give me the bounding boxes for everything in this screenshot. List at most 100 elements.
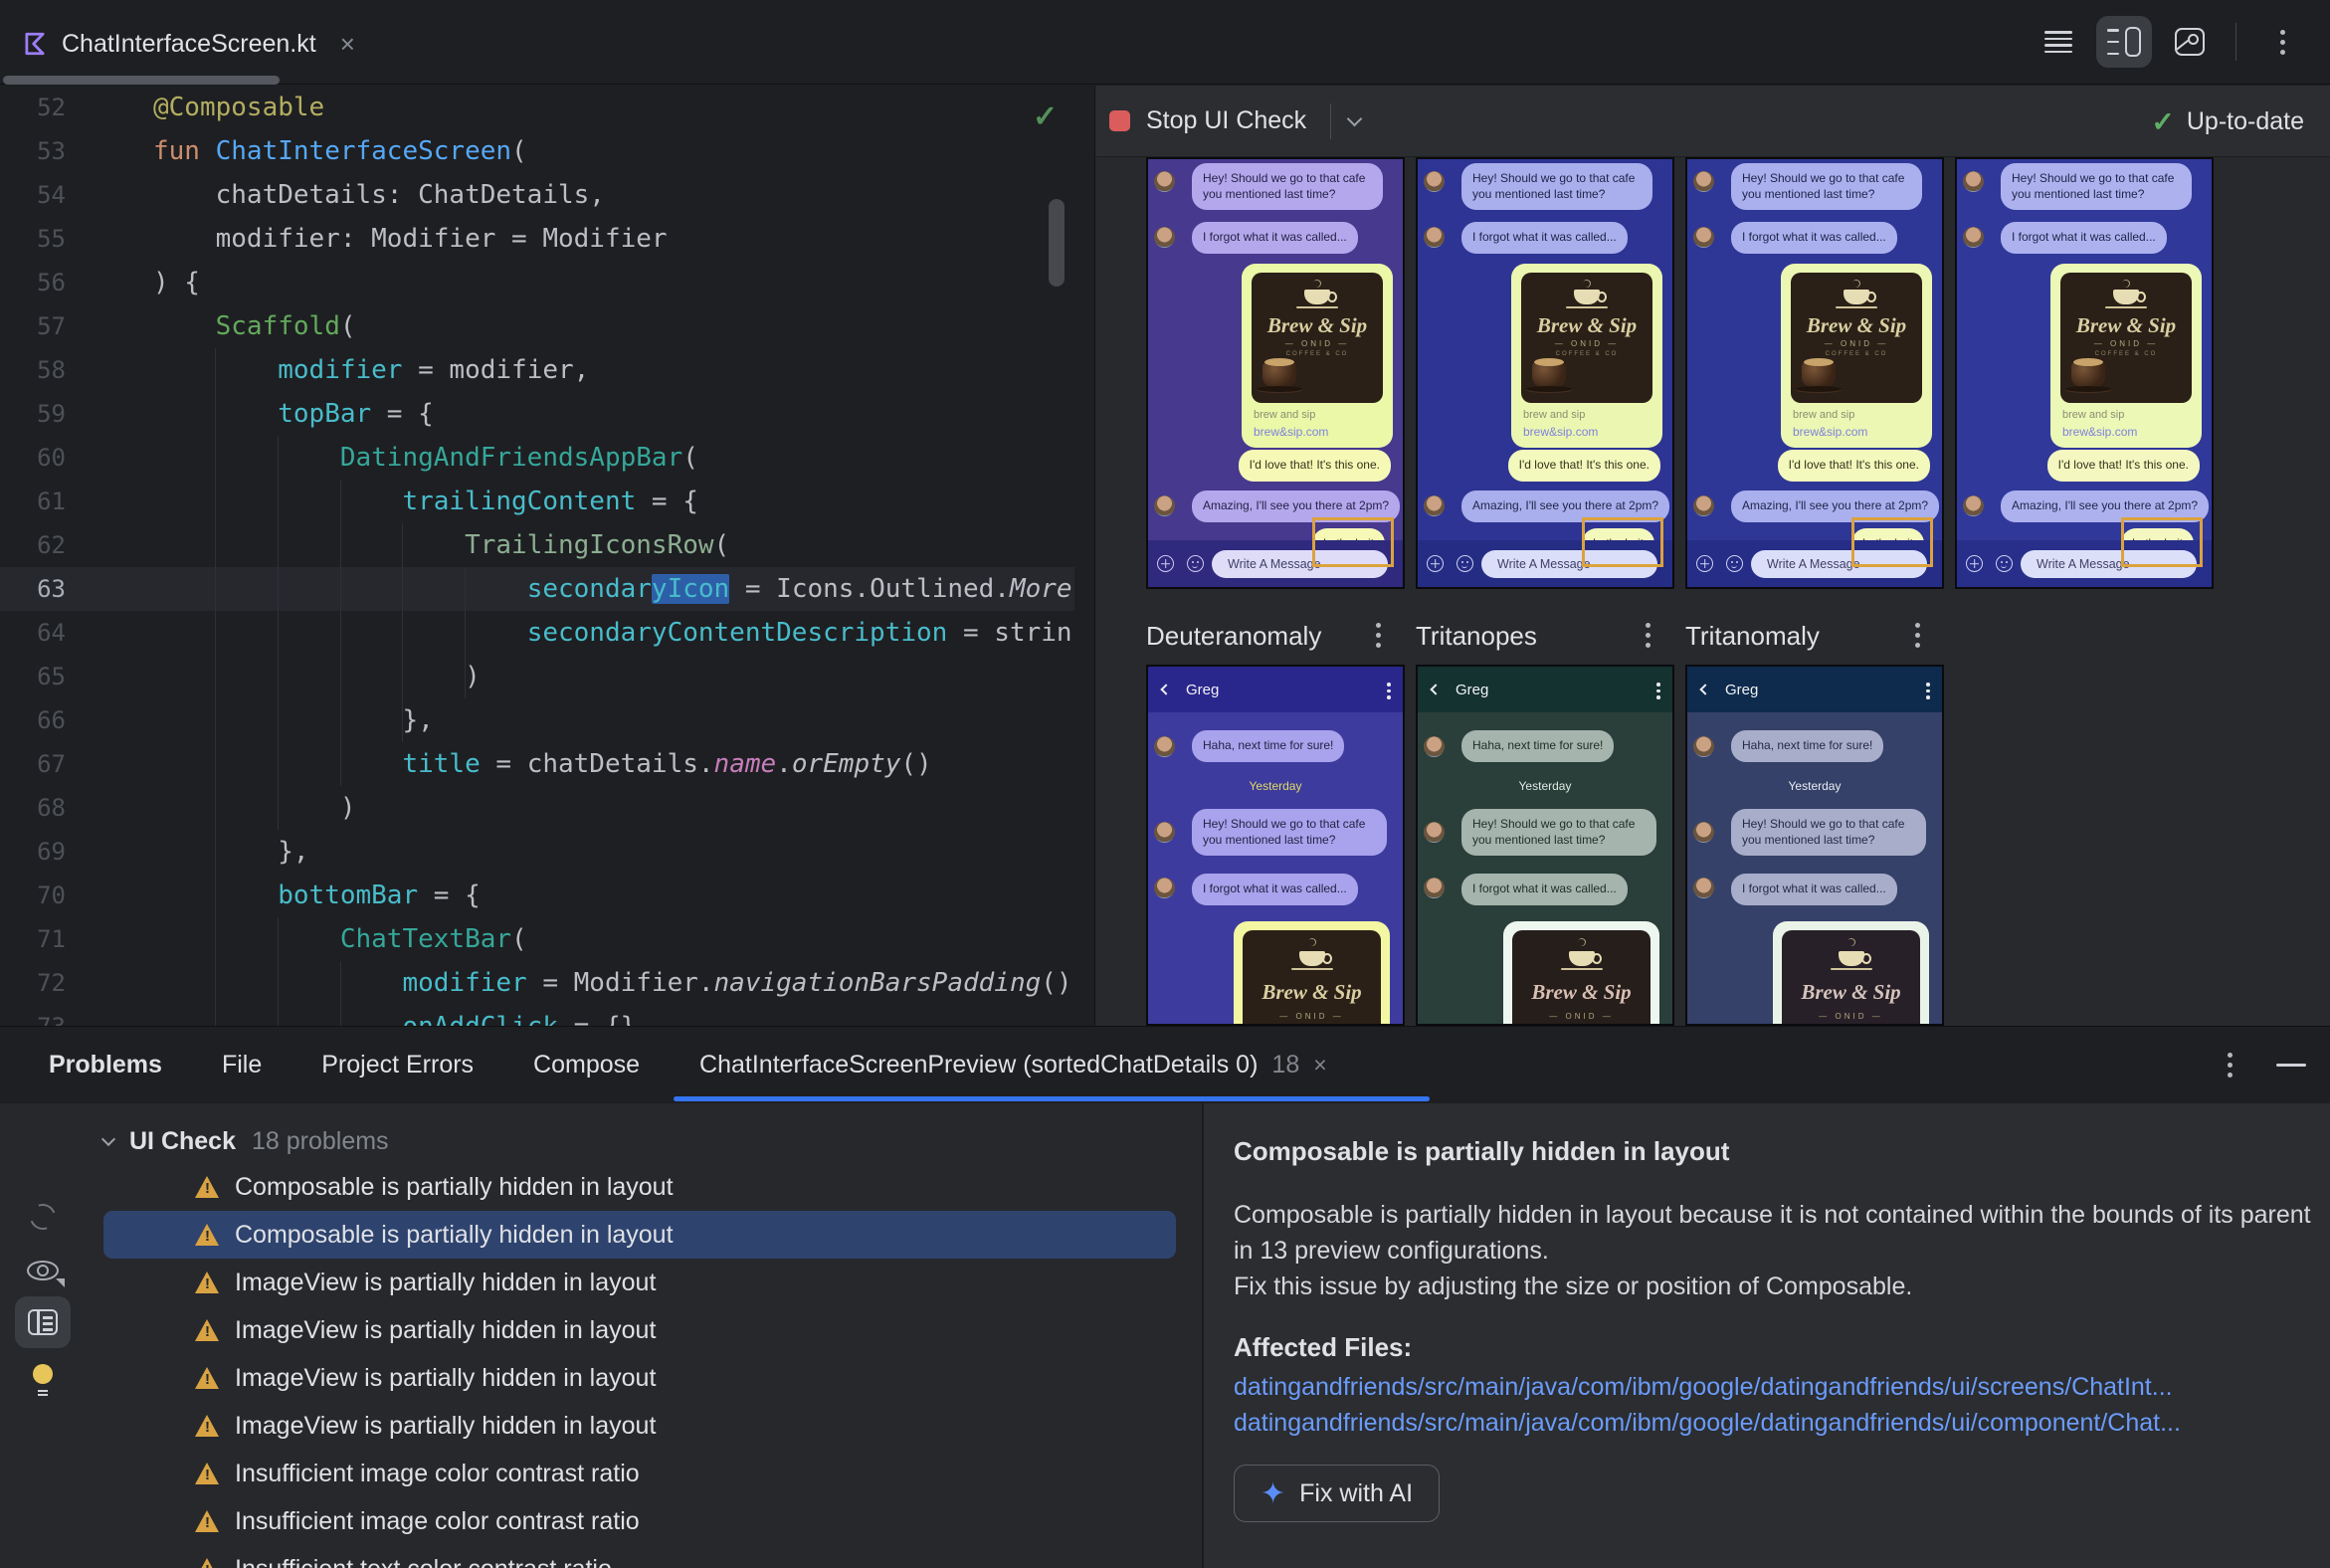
preview-variant-menu-icon[interactable]: [1646, 623, 1651, 648]
preview-phone-row1-2[interactable]: Hey! Should we go to that cafe you menti…: [1416, 157, 1674, 589]
contact-name: Greg: [1186, 681, 1220, 698]
problem-item[interactable]: Insufficient image color contrast ratio: [103, 1497, 1176, 1545]
link-preview-card: Brew & Sip — ONID — COFFEE & CO brew and…: [2050, 264, 2202, 448]
preview-variant-menu-icon[interactable]: [1376, 623, 1382, 648]
code-line-63: 63 secondaryIcon = Icons.Outlined.More: [0, 567, 1074, 611]
minimize-panel-icon[interactable]: [2276, 1064, 2306, 1067]
line-number[interactable]: 70: [0, 882, 66, 909]
problem-item[interactable]: Insufficient image color contrast ratio: [103, 1450, 1176, 1497]
panel-options-icon[interactable]: [2227, 1053, 2233, 1078]
warning-icon: [195, 1415, 220, 1437]
steam-icon: [1306, 936, 1317, 948]
editor-more-menu-button[interactable]: [2254, 16, 2310, 68]
code-view-button[interactable]: [2031, 16, 2086, 68]
preview-phone-row1-3[interactable]: Hey! Should we go to that cafe you menti…: [1685, 157, 1944, 589]
tab-file[interactable]: File: [222, 1051, 262, 1079]
affected-file-link[interactable]: datingandfriends/src/main/java/com/ibm/g…: [1234, 1375, 2313, 1400]
problem-item[interactable]: ImageView is partially hidden in layout: [103, 1306, 1176, 1354]
avatar: [1154, 878, 1175, 898]
problem-item[interactable]: Insufficient text color contrast ratio: [103, 1545, 1176, 1568]
fix-with-ai-button[interactable]: ✦ Fix with AI: [1234, 1465, 1441, 1522]
warning-icon: [195, 1367, 220, 1389]
tab-close-icon[interactable]: ×: [1313, 1052, 1326, 1078]
quick-fix-button[interactable]: [15, 1348, 71, 1400]
problem-item[interactable]: Composable is partially hidden in layout: [103, 1163, 1176, 1211]
editor-vertical-scrollbar[interactable]: [1049, 199, 1065, 287]
preview-phone-tritanomaly[interactable]: Greg Haha, next time for sure! Yesterday…: [1685, 665, 1944, 1026]
line-number[interactable]: 57: [0, 312, 66, 340]
line-number[interactable]: 60: [0, 444, 66, 472]
eye-icon: [27, 1261, 65, 1287]
problem-item[interactable]: ImageView is partially hidden in layout: [103, 1402, 1176, 1450]
card-caption: brew and sip: [1793, 409, 1855, 421]
ui-check-preview-panel: Stop UI Check ✓ Up-to-date Hey! Should w…: [1094, 86, 2330, 1026]
problem-text: Insufficient image color contrast ratio: [235, 1459, 640, 1487]
line-number[interactable]: 54: [0, 181, 66, 209]
editor-tab-chatinterfacescreen[interactable]: ChatInterfaceScreen.kt ×: [22, 20, 355, 68]
line-number[interactable]: 69: [0, 838, 66, 866]
tab-strip-scrollbar[interactable]: [3, 76, 280, 85]
line-number[interactable]: 73: [0, 1013, 66, 1026]
preview-phone-deuteranomaly[interactable]: Greg Haha, next time for sure! Yesterday…: [1146, 665, 1405, 1026]
line-number[interactable]: 66: [0, 706, 66, 734]
line-number[interactable]: 58: [0, 356, 66, 384]
problem-text: Composable is partially hidden in layout: [235, 1172, 674, 1201]
avatar: [1424, 878, 1445, 898]
tab-close-icon[interactable]: ×: [340, 29, 355, 60]
preview-variant-menu-icon[interactable]: [1915, 623, 1921, 648]
chevron-down-icon[interactable]: [1346, 110, 1363, 126]
chat-bubble-incoming: Hey! Should we go to that cafe you menti…: [2001, 163, 2192, 210]
preview-filter-button[interactable]: [15, 1245, 71, 1296]
preview-phone-tritanopes[interactable]: Greg Haha, next time for sure! Yesterday…: [1416, 665, 1674, 1026]
line-number[interactable]: 59: [0, 400, 66, 428]
split-view-button[interactable]: [2096, 16, 2152, 68]
tab-problems[interactable]: Problems: [49, 1051, 162, 1079]
line-number[interactable]: 53: [0, 137, 66, 165]
line-number[interactable]: 64: [0, 619, 66, 647]
line-number[interactable]: 56: [0, 269, 66, 296]
layout-panel-button[interactable]: [15, 1296, 71, 1348]
emoji-icon: [1187, 555, 1204, 572]
tab-project-errors[interactable]: Project Errors: [321, 1051, 474, 1079]
line-number[interactable]: 55: [0, 225, 66, 253]
preview-phone-row1-1[interactable]: Hey! Should we go to that cafe you menti…: [1146, 157, 1405, 589]
preview-phone-row1-4[interactable]: Hey! Should we go to that cafe you menti…: [1955, 157, 2214, 589]
line-number[interactable]: 67: [0, 750, 66, 778]
line-number[interactable]: 52: [0, 94, 66, 121]
card-tagline-text: COFFEE & CO: [1285, 350, 1349, 357]
tab-compose[interactable]: Compose: [533, 1051, 640, 1079]
stop-ui-check-button[interactable]: Stop UI Check: [1109, 106, 1306, 135]
problem-item[interactable]: Composable is partially hidden in layout: [103, 1211, 1176, 1259]
editor-view-mode-switcher: [2031, 14, 2310, 70]
line-number[interactable]: 61: [0, 488, 66, 515]
code-editor[interactable]: 52 @Composable 53 fun ChatInterfaceScreen(5…: [0, 86, 1074, 1026]
line-number[interactable]: 65: [0, 663, 66, 690]
refresh-icon: [25, 1199, 61, 1235]
problem-item[interactable]: ImageView is partially hidden in layout: [103, 1259, 1176, 1306]
problems-group-row[interactable]: UI Check 18 problems: [100, 1119, 389, 1163]
line-number[interactable]: 62: [0, 531, 66, 559]
code-text: },: [153, 837, 309, 867]
chat-bubble-incoming: Hey! Should we go to that cafe you menti…: [1192, 163, 1383, 210]
code-text: modifier = modifier,: [278, 355, 590, 385]
affected-file-link[interactable]: datingandfriends/src/main/java/com/ibm/g…: [1234, 1411, 2313, 1436]
line-number[interactable]: 63: [0, 575, 66, 603]
line-number[interactable]: 72: [0, 969, 66, 997]
line-number[interactable]: 71: [0, 925, 66, 953]
coffee-cup-icon: [1560, 950, 1603, 970]
code-text: TrailingIconsRow(: [465, 530, 730, 560]
line-number[interactable]: 68: [0, 794, 66, 822]
warning-icon: [195, 1176, 220, 1198]
tab-chatinterfacescreenpreview-sortedchatdet[interactable]: ChatInterfaceScreenPreview (sortedChatDe…: [699, 1051, 1327, 1079]
inspections-ok-icon[interactable]: ✓: [1033, 99, 1058, 134]
design-view-button[interactable]: [2162, 16, 2218, 68]
chat-bubble-incoming: Haha, next time for sure!: [1461, 730, 1615, 762]
refresh-button[interactable]: [15, 1191, 71, 1243]
code-line-66: 66 },: [0, 698, 1074, 742]
problem-item[interactable]: ImageView is partially hidden in layout: [103, 1354, 1176, 1402]
code-line-60: 60 DatingAndFriendsAppBar(: [0, 436, 1074, 480]
preview-canvas[interactable]: Hey! Should we go to that cafe you menti…: [1095, 157, 2330, 1026]
panel-layout-icon: [28, 1309, 58, 1335]
code-line-57: 57 Scaffold(: [0, 304, 1074, 348]
code-text: secondaryIcon = Icons.Outlined.More: [526, 574, 1072, 604]
